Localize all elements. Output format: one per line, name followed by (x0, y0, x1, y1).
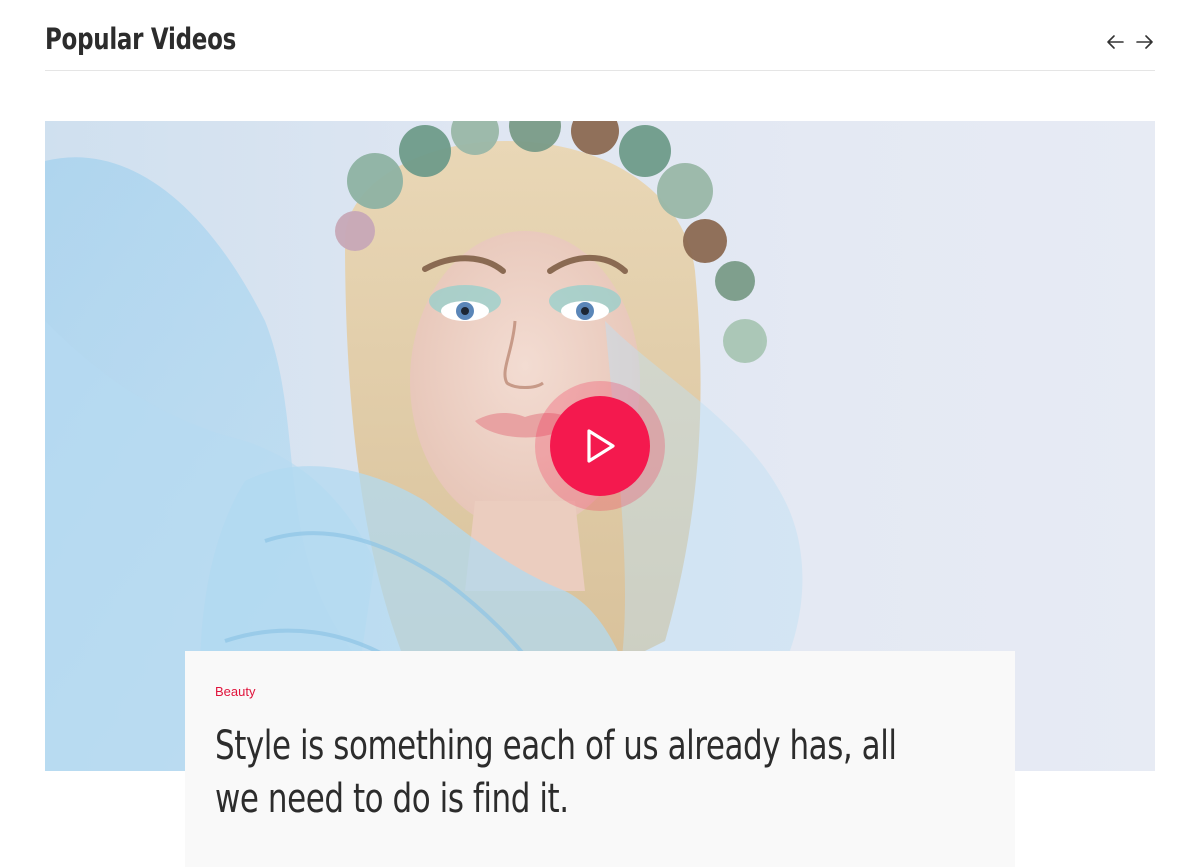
arrow-left-icon[interactable] (1105, 32, 1125, 52)
video-card: Beauty Style is something each of us alr… (185, 651, 1015, 867)
arrow-right-icon[interactable] (1135, 32, 1155, 52)
section-header: Popular Videos (45, 0, 1155, 71)
section-title: Popular Videos (45, 22, 237, 56)
carousel-nav (1105, 32, 1155, 52)
category-link[interactable]: Beauty (215, 684, 985, 700)
play-icon (587, 429, 615, 463)
video-title[interactable]: Style is something each of us already ha… (215, 720, 937, 826)
play-button-circle[interactable] (550, 396, 650, 496)
play-button[interactable] (535, 381, 665, 511)
